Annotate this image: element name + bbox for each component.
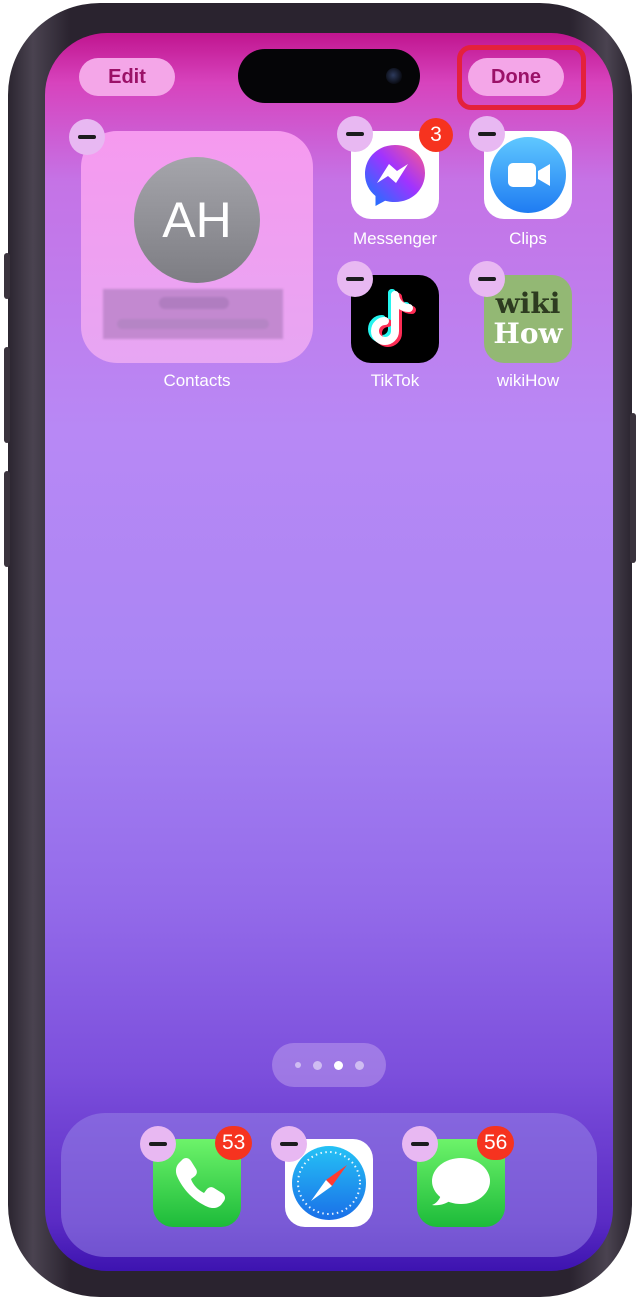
- clips-label: Clips: [509, 229, 547, 248]
- page-dot-1[interactable]: [294, 1062, 301, 1068]
- home-screen: Edit Done AH Contacts 3 Messenger Clips …: [45, 33, 613, 1271]
- dynamic-island: [238, 49, 420, 103]
- contacts-widget-label: Contacts: [163, 371, 231, 390]
- page-dot-3[interactable]: [333, 1060, 343, 1070]
- contact-avatar: AH: [134, 157, 260, 283]
- phone-frame: Edit Done AH Contacts 3 Messenger Clips …: [4, 3, 636, 1297]
- remove-app-tiktok-button[interactable]: [337, 261, 373, 297]
- front-camera-icon: [386, 68, 402, 84]
- action-button: [4, 253, 10, 299]
- page-dot-4[interactable]: [354, 1060, 364, 1070]
- remove-app-wikihow-button[interactable]: [469, 261, 505, 297]
- volume-up-button: [4, 347, 10, 443]
- remove-app-safari-button[interactable]: [271, 1126, 307, 1162]
- wikihow-label: wikiHow: [496, 371, 560, 390]
- wikihow-icon-text-bottom: How: [493, 317, 563, 350]
- remove-app-messages-button[interactable]: [402, 1126, 438, 1162]
- page-indicator[interactable]: [272, 1043, 386, 1087]
- blurred-contact-name: [103, 289, 283, 339]
- page-dot-2[interactable]: [312, 1060, 322, 1070]
- done-button[interactable]: Done: [468, 58, 564, 96]
- phone-badge: 53: [215, 1126, 253, 1160]
- remove-app-messenger-button[interactable]: [337, 116, 373, 152]
- messenger-badge: 3: [419, 118, 453, 152]
- volume-down-button: [4, 471, 10, 567]
- wikihow-icon-text-top: wiki: [495, 287, 561, 320]
- messages-badge: 56: [477, 1126, 515, 1160]
- remove-app-clips-button[interactable]: [469, 116, 505, 152]
- contacts-widget[interactable]: AH: [81, 131, 313, 363]
- remove-app-phone-button[interactable]: [140, 1126, 176, 1162]
- remove-widget-contacts-button[interactable]: [69, 119, 105, 155]
- edit-button[interactable]: Edit: [79, 58, 175, 96]
- messenger-label: Messenger: [352, 229, 438, 248]
- power-button: [630, 413, 636, 563]
- tiktok-label: TikTok: [370, 371, 420, 390]
